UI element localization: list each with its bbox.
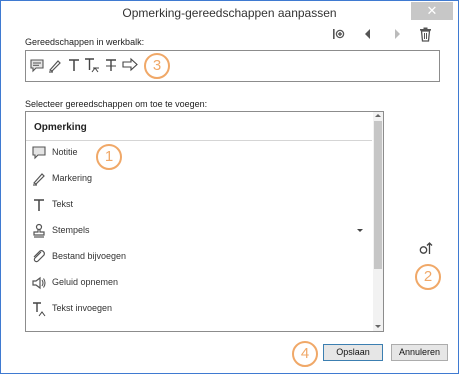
- window-title: Opmerking-gereedschappen aanpassen: [122, 6, 337, 20]
- list-item-markering[interactable]: Markering: [26, 167, 372, 193]
- add-to-toolbar-icon[interactable]: [419, 241, 433, 255]
- callout-1: 1: [96, 144, 122, 170]
- list-item-label: Tekst: [52, 199, 74, 209]
- tools-list[interactable]: Opmerking Notitie Markering Tekst Stempe…: [25, 111, 384, 332]
- list-item-label: Tekst invoegen: [52, 303, 113, 313]
- list-item-tekst-invoegen[interactable]: Tekst invoegen: [26, 297, 372, 323]
- delete-icon[interactable]: [419, 27, 432, 43]
- save-button[interactable]: Opslaan: [323, 344, 383, 361]
- move-right-icon[interactable]: [393, 27, 402, 43]
- list-item-tekst[interactable]: Tekst: [26, 193, 372, 219]
- list-item-notitie[interactable]: Notitie: [26, 141, 372, 167]
- marker-icon[interactable]: [47, 58, 63, 73]
- cancel-button[interactable]: Annuleren: [391, 344, 448, 361]
- record-sound-icon: [31, 275, 47, 291]
- list-item-bestand-bijvoegen[interactable]: Bestand bijvoegen: [26, 245, 372, 271]
- scroll-up-icon[interactable]: [375, 114, 381, 117]
- scroll-down-icon[interactable]: [375, 325, 381, 328]
- list-header: Opmerking: [26, 112, 372, 141]
- callout-2: 2: [415, 264, 441, 290]
- replace-text-icon[interactable]: [84, 57, 100, 74]
- scrollbar-thumb[interactable]: [374, 121, 382, 269]
- toolbar-tools-label: Gereedschappen in werkbalk:: [25, 37, 145, 47]
- select-tools-label: Selecteer gereedschappen om toe te voege…: [25, 99, 208, 109]
- text-t-icon[interactable]: [68, 58, 80, 73]
- toolbar-tools-row: 3: [25, 50, 440, 82]
- attach-file-icon: [31, 249, 47, 265]
- list-item-label: Bestand bijvoegen: [52, 251, 127, 261]
- list-item-stempels[interactable]: Stempels: [26, 219, 372, 245]
- insert-separator-icon[interactable]: [332, 27, 345, 43]
- marker-icon: [31, 171, 47, 187]
- title-bar: Opmerking-gereedschappen aanpassen ✕: [1, 1, 458, 25]
- list-item-label: Stempels: [52, 225, 90, 235]
- list-item-label: Notitie: [52, 147, 78, 157]
- list-item-label: Geluid opnemen: [52, 277, 119, 287]
- list-header-label: Opmerking: [34, 122, 87, 133]
- strike-text-icon[interactable]: [105, 58, 117, 73]
- list-item-geluid-opnemen[interactable]: Geluid opnemen: [26, 271, 372, 297]
- list-item-label: Markering: [52, 173, 93, 183]
- note-icon: [31, 145, 47, 161]
- arrow-icon[interactable]: [122, 57, 138, 72]
- insert-text-icon: [31, 301, 47, 317]
- dialog-window: Opmerking-gereedschappen aanpassen ✕ Ger…: [0, 0, 459, 374]
- stamp-icon: [31, 223, 47, 239]
- callout-4: 4: [292, 341, 318, 367]
- list-scrollbar[interactable]: [373, 112, 383, 331]
- text-icon: [31, 197, 47, 213]
- move-left-icon[interactable]: [363, 27, 372, 43]
- callout-3: 3: [144, 53, 170, 79]
- close-button[interactable]: ✕: [411, 2, 453, 20]
- comment-icon[interactable]: [29, 58, 45, 73]
- dropdown-arrow-icon[interactable]: [357, 229, 363, 232]
